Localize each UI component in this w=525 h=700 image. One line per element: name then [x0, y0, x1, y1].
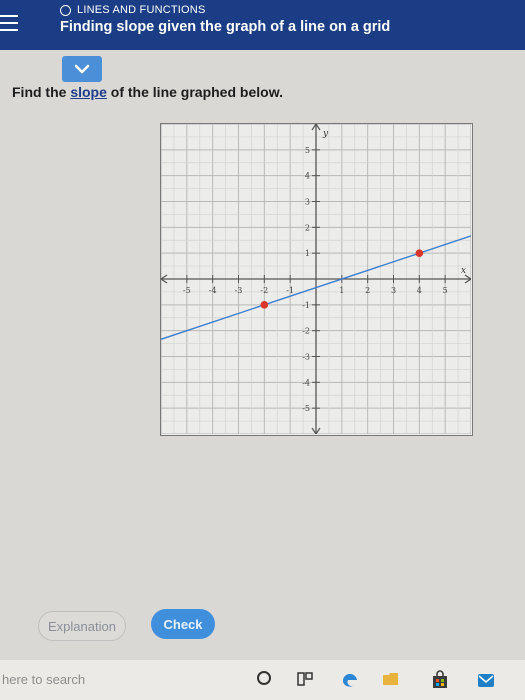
- y-tick-label: 4: [305, 172, 310, 181]
- mail-app-icon[interactable]: [476, 670, 496, 690]
- hamburger-menu-icon[interactable]: [0, 12, 22, 34]
- x-tick-label: 4: [417, 286, 422, 295]
- x-tick-label: -4: [209, 286, 217, 295]
- x-tick-label: 2: [365, 286, 370, 295]
- slope-definition-link[interactable]: slope: [70, 84, 107, 100]
- edge-browser-icon[interactable]: [340, 670, 360, 690]
- file-explorer-icon[interactable]: [382, 670, 400, 688]
- y-tick-label: 1: [305, 249, 310, 258]
- point-a-marker: [260, 301, 269, 309]
- coordinate-grid-graph: -5 -4 -3 -2 -1 1 2 3 4 5 5 4 3 2 1 -1 -2 -3 -4 -5 x y: [160, 123, 473, 436]
- task-view-icon[interactable]: [296, 670, 314, 688]
- x-tick-label: -2: [260, 286, 268, 295]
- app-header: LINES AND FUNCTIONS Finding slope given …: [0, 0, 525, 50]
- point-b-marker: [415, 249, 424, 257]
- expand-toggle-button[interactable]: [62, 56, 102, 82]
- store-bag-icon[interactable]: [430, 670, 450, 690]
- windows-taskbar: here to search: [0, 660, 525, 700]
- check-button[interactable]: Check: [151, 609, 215, 639]
- y-tick-label: -2: [302, 327, 310, 336]
- x-tick-label: -1: [286, 286, 294, 295]
- question-prompt: Find the slope of the line graphed below…: [12, 84, 283, 100]
- x-tick-label: 1: [339, 286, 344, 295]
- taskbar-search-input[interactable]: here to search: [0, 668, 210, 694]
- question-prefix: Find the: [12, 84, 71, 100]
- cortana-circle-icon[interactable]: [256, 670, 272, 686]
- y-tick-label: 3: [305, 198, 310, 207]
- y-tick-label: -3: [302, 353, 310, 362]
- y-tick-label: -1: [302, 301, 310, 310]
- x-tick-label: -5: [183, 286, 191, 295]
- explanation-button[interactable]: Explanation: [38, 611, 126, 641]
- topic-label: LINES AND FUNCTIONS: [77, 4, 206, 16]
- y-tick-label: -4: [302, 378, 310, 387]
- topic-breadcrumb: LINES AND FUNCTIONS: [60, 4, 206, 16]
- x-axis-label: x: [461, 266, 466, 276]
- lesson-title: Finding slope given the graph of a line …: [60, 19, 391, 35]
- graph-canvas: -5 -4 -3 -2 -1 1 2 3 4 5 5 4 3 2 1 -1 -2 -3 -4 -5 x y: [161, 124, 471, 434]
- y-tick-label: -5: [302, 404, 310, 413]
- x-tick-label: 3: [391, 286, 396, 295]
- x-tick-label: -3: [235, 286, 243, 295]
- chevron-down-icon: [74, 64, 90, 74]
- y-tick-label: 5: [305, 146, 310, 155]
- question-suffix: of the line graphed below.: [106, 84, 283, 100]
- y-axis-label: y: [322, 129, 329, 139]
- y-tick-label: 2: [305, 223, 310, 232]
- topic-circle-icon: [60, 4, 71, 16]
- x-tick-label: 5: [443, 286, 448, 295]
